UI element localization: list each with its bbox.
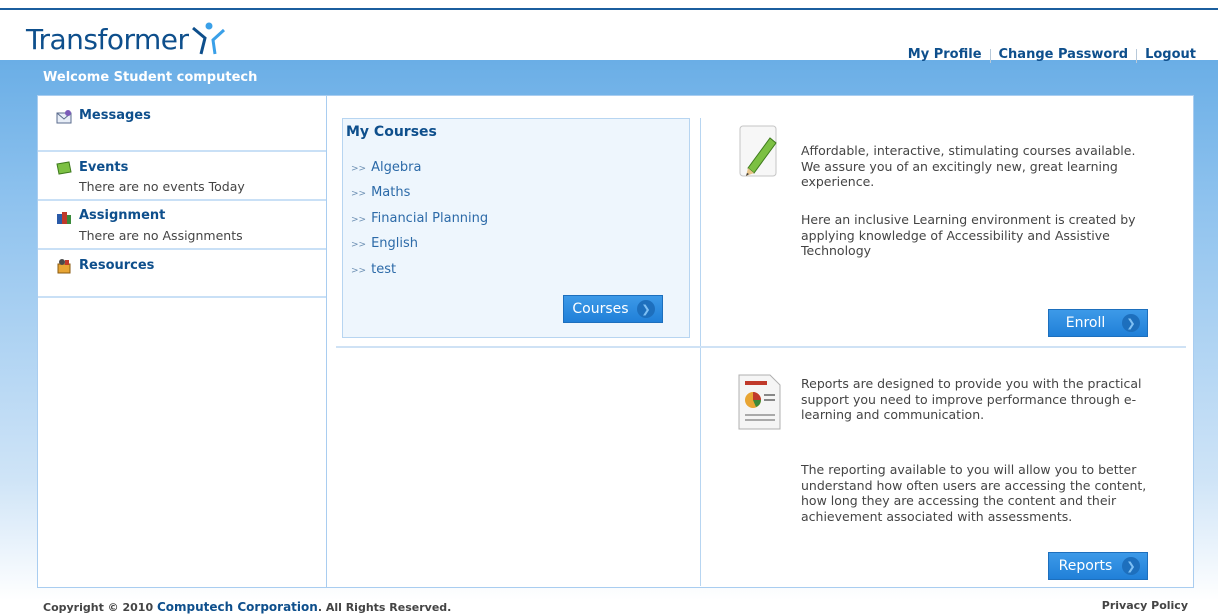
sidebar-item-sub: There are no Assignments (79, 228, 243, 243)
arrow-right-icon: ❯ (637, 300, 655, 318)
course-link[interactable]: >> Algebra (351, 160, 421, 175)
courses-button[interactable]: Courses ❯ (563, 295, 663, 323)
sidebar-item-events[interactable]: Events There are no events Today (38, 153, 326, 201)
reports-description-2: The reporting available to you will allo… (801, 462, 1147, 524)
enroll-description-2: Here an inclusive Learning environment i… (801, 212, 1136, 258)
content-frame: Messages Events There are no events Toda… (37, 95, 1194, 588)
header: Transformer My Profile Change Password L… (0, 10, 1218, 63)
course-link[interactable]: >> English (351, 236, 418, 251)
logo-text: Transformer (26, 22, 189, 56)
top-links: My Profile Change Password Logout (900, 47, 1204, 63)
sidebar-item-resources[interactable]: Resources (38, 251, 326, 298)
logout-link[interactable]: Logout (1137, 47, 1204, 63)
my-profile-link[interactable]: My Profile (900, 47, 990, 63)
books-icon (57, 212, 71, 224)
row-divider (336, 346, 1186, 348)
sidebar: Messages Events There are no events Toda… (38, 96, 327, 587)
arrow-right-icon: ❯ (1122, 557, 1140, 575)
resources-icon (57, 259, 71, 274)
sidebar-item-label: Resources (79, 258, 155, 273)
course-link[interactable]: >> Financial Planning (351, 211, 488, 226)
arrow-right-icon: ❯ (1122, 314, 1140, 332)
report-document-icon (738, 374, 781, 430)
sidebar-item-label: Assignment (79, 208, 166, 223)
course-link[interactable]: >> Maths (351, 185, 410, 200)
enroll-description: Affordable, interactive, stimulating cou… (801, 143, 1136, 189)
sidebar-item-sub: There are no events Today (79, 179, 245, 194)
sidebar-item-label: Messages (79, 108, 151, 123)
main-content: My Courses >> Algebra >> Maths >> Financial… (328, 96, 1193, 587)
logo[interactable]: Transformer (26, 22, 227, 56)
change-password-link[interactable]: Change Password (991, 47, 1137, 63)
logo-figure-icon (191, 22, 225, 55)
column-divider (700, 118, 701, 586)
sidebar-item-assignment[interactable]: Assignment There are no Assignments (38, 202, 326, 250)
envelope-icon (56, 110, 72, 124)
reports-description: Reports are designed to provide you with… (801, 376, 1142, 422)
sidebar-item-label: Events (79, 160, 129, 175)
my-courses-title: My Courses (346, 124, 437, 140)
enroll-button[interactable]: Enroll ❯ (1048, 309, 1148, 337)
course-link[interactable]: >> test (351, 262, 396, 277)
privacy-policy-link[interactable]: Privacy Policy (1102, 599, 1188, 612)
company-link[interactable]: Computech Corporation (157, 600, 318, 614)
welcome-text: Welcome Student computech (43, 70, 258, 85)
pencil-notepad-icon (739, 125, 777, 177)
sidebar-item-messages[interactable]: Messages (38, 96, 326, 152)
copyright: Copyright © 2010 Computech Corporation. … (43, 600, 452, 614)
events-icon (56, 161, 72, 175)
my-courses-panel: My Courses >> Algebra >> Maths >> Financial… (342, 118, 690, 338)
reports-button[interactable]: Reports ❯ (1048, 552, 1148, 580)
